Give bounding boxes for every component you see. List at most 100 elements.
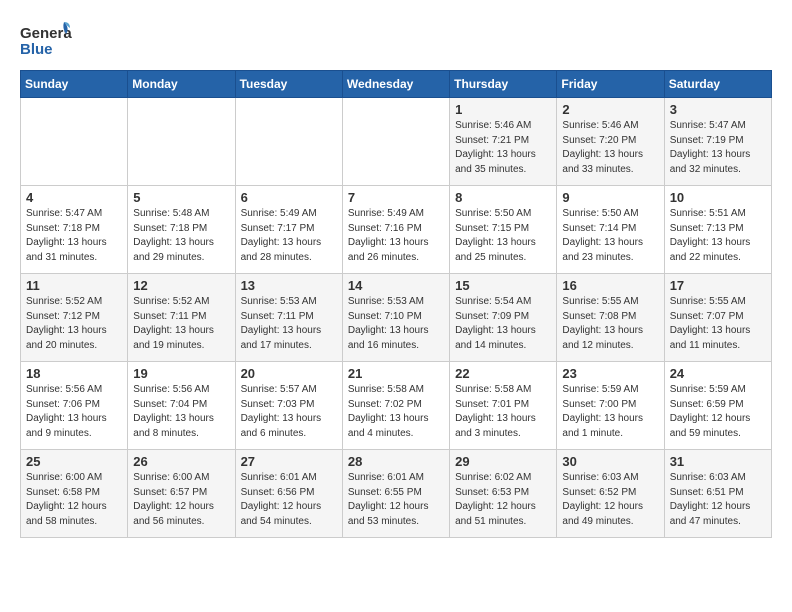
- calendar-cell: 6 Sunrise: 5:49 AM Sunset: 7:17 PM Daylig…: [235, 186, 342, 274]
- calendar-cell: 5 Sunrise: 5:48 AM Sunset: 7:18 PM Daylig…: [128, 186, 235, 274]
- week-row-2: 4 Sunrise: 5:47 AM Sunset: 7:18 PM Daylig…: [21, 186, 772, 274]
- day-header-monday: Monday: [128, 71, 235, 98]
- day-number: 1: [455, 102, 551, 117]
- day-info: Sunrise: 5:53 AM Sunset: 7:10 PM Dayligh…: [348, 295, 444, 353]
- day-number: 21: [348, 366, 444, 381]
- day-info: Sunrise: 5:46 AM Sunset: 7:20 PM Dayligh…: [562, 119, 658, 177]
- day-number: 5: [133, 190, 229, 205]
- calendar-cell: 31Sunrise: 6:03 AM Sunset: 6:51 PM Dayli…: [664, 450, 771, 538]
- day-number: 27: [241, 454, 337, 469]
- day-header-thursday: Thursday: [450, 71, 557, 98]
- day-info: Sunrise: 5:52 AM Sunset: 7:12 PM Dayligh…: [26, 295, 122, 353]
- day-number: 3: [670, 102, 766, 117]
- day-header-friday: Friday: [557, 71, 664, 98]
- day-number: 6: [241, 190, 337, 205]
- day-number: 24: [670, 366, 766, 381]
- calendar-cell: 1 Sunrise: 5:46 AM Sunset: 7:21 PM Daylig…: [450, 98, 557, 186]
- day-info: Sunrise: 6:00 AM Sunset: 6:58 PM Dayligh…: [26, 471, 122, 529]
- day-number: 22: [455, 366, 551, 381]
- header-row: SundayMondayTuesdayWednesdayThursdayFrid…: [21, 71, 772, 98]
- calendar-cell: [235, 98, 342, 186]
- day-info: Sunrise: 6:01 AM Sunset: 6:56 PM Dayligh…: [241, 471, 337, 529]
- day-number: 17: [670, 278, 766, 293]
- calendar-cell: 29 Sunrise: 6:02 AM Sunset: 6:53 PM Dayli…: [450, 450, 557, 538]
- calendar-cell: 17 Sunrise: 5:55 AM Sunset: 7:07 PM Dayli…: [664, 274, 771, 362]
- day-info: Sunrise: 5:55 AM Sunset: 7:08 PM Dayligh…: [562, 295, 658, 353]
- calendar-cell: 10Sunrise: 5:51 AM Sunset: 7:13 PM Dayli…: [664, 186, 771, 274]
- day-number: 8: [455, 190, 551, 205]
- day-info: Sunrise: 6:02 AM Sunset: 6:53 PM Dayligh…: [455, 471, 551, 529]
- calendar-cell: 3 Sunrise: 5:47 AM Sunset: 7:19 PM Daylig…: [664, 98, 771, 186]
- week-row-5: 25 Sunrise: 6:00 AM Sunset: 6:58 PM Dayli…: [21, 450, 772, 538]
- calendar-cell: 4 Sunrise: 5:47 AM Sunset: 7:18 PM Daylig…: [21, 186, 128, 274]
- day-number: 16: [562, 278, 658, 293]
- day-number: 23: [562, 366, 658, 381]
- day-number: 19: [133, 366, 229, 381]
- calendar-cell: 19 Sunrise: 5:56 AM Sunset: 7:04 PM Dayli…: [128, 362, 235, 450]
- day-number: 18: [26, 366, 122, 381]
- calendar-cell: [342, 98, 449, 186]
- day-number: 7: [348, 190, 444, 205]
- calendar-cell: 16 Sunrise: 5:55 AM Sunset: 7:08 PM Dayli…: [557, 274, 664, 362]
- day-info: Sunrise: 5:58 AM Sunset: 7:02 PM Dayligh…: [348, 383, 444, 441]
- day-number: 29: [455, 454, 551, 469]
- calendar-cell: [21, 98, 128, 186]
- calendar-cell: [128, 98, 235, 186]
- svg-text:Blue: Blue: [20, 41, 53, 58]
- day-number: 11: [26, 278, 122, 293]
- calendar-cell: 23 Sunrise: 5:59 AM Sunset: 7:00 PM Dayli…: [557, 362, 664, 450]
- day-info: Sunrise: 5:52 AM Sunset: 7:11 PM Dayligh…: [133, 295, 229, 353]
- calendar-cell: 18 Sunrise: 5:56 AM Sunset: 7:06 PM Dayli…: [21, 362, 128, 450]
- day-number: 30: [562, 454, 658, 469]
- calendar-cell: 30Sunrise: 6:03 AM Sunset: 6:52 PM Dayli…: [557, 450, 664, 538]
- calendar-cell: 27 Sunrise: 6:01 AM Sunset: 6:56 PM Dayli…: [235, 450, 342, 538]
- calendar-cell: 22 Sunrise: 5:58 AM Sunset: 7:01 PM Dayli…: [450, 362, 557, 450]
- day-number: 9: [562, 190, 658, 205]
- calendar-cell: 26 Sunrise: 6:00 AM Sunset: 6:57 PM Dayli…: [128, 450, 235, 538]
- calendar-cell: 12Sunrise: 5:52 AM Sunset: 7:11 PM Dayli…: [128, 274, 235, 362]
- calendar-cell: 20Sunrise: 5:57 AM Sunset: 7:03 PM Dayli…: [235, 362, 342, 450]
- day-header-sunday: Sunday: [21, 71, 128, 98]
- day-number: 31: [670, 454, 766, 469]
- calendar-cell: 9 Sunrise: 5:50 AM Sunset: 7:14 PM Daylig…: [557, 186, 664, 274]
- week-row-3: 11 Sunrise: 5:52 AM Sunset: 7:12 PM Dayli…: [21, 274, 772, 362]
- calendar-cell: 25 Sunrise: 6:00 AM Sunset: 6:58 PM Dayli…: [21, 450, 128, 538]
- day-number: 20: [241, 366, 337, 381]
- day-info: Sunrise: 5:46 AM Sunset: 7:21 PM Dayligh…: [455, 119, 551, 177]
- day-number: 15: [455, 278, 551, 293]
- day-number: 25: [26, 454, 122, 469]
- calendar-cell: 28Sunrise: 6:01 AM Sunset: 6:55 PM Dayli…: [342, 450, 449, 538]
- day-number: 26: [133, 454, 229, 469]
- day-info: Sunrise: 5:55 AM Sunset: 7:07 PM Dayligh…: [670, 295, 766, 353]
- calendar-cell: 11 Sunrise: 5:52 AM Sunset: 7:12 PM Dayli…: [21, 274, 128, 362]
- week-row-4: 18 Sunrise: 5:56 AM Sunset: 7:06 PM Dayli…: [21, 362, 772, 450]
- day-info: Sunrise: 5:48 AM Sunset: 7:18 PM Dayligh…: [133, 207, 229, 265]
- day-info: Sunrise: 5:50 AM Sunset: 7:14 PM Dayligh…: [562, 207, 658, 265]
- day-number: 10: [670, 190, 766, 205]
- day-info: Sunrise: 5:49 AM Sunset: 7:17 PM Dayligh…: [241, 207, 337, 265]
- day-info: Sunrise: 5:53 AM Sunset: 7:11 PM Dayligh…: [241, 295, 337, 353]
- day-info: Sunrise: 5:56 AM Sunset: 7:04 PM Dayligh…: [133, 383, 229, 441]
- day-header-tuesday: Tuesday: [235, 71, 342, 98]
- day-number: 14: [348, 278, 444, 293]
- day-number: 2: [562, 102, 658, 117]
- calendar-cell: 14 Sunrise: 5:53 AM Sunset: 7:10 PM Dayli…: [342, 274, 449, 362]
- day-header-saturday: Saturday: [664, 71, 771, 98]
- day-info: Sunrise: 5:47 AM Sunset: 7:18 PM Dayligh…: [26, 207, 122, 265]
- day-info: Sunrise: 5:49 AM Sunset: 7:16 PM Dayligh…: [348, 207, 444, 265]
- day-info: Sunrise: 5:58 AM Sunset: 7:01 PM Dayligh…: [455, 383, 551, 441]
- calendar-cell: 15Sunrise: 5:54 AM Sunset: 7:09 PM Dayli…: [450, 274, 557, 362]
- day-info: Sunrise: 5:50 AM Sunset: 7:15 PM Dayligh…: [455, 207, 551, 265]
- calendar-cell: 7 Sunrise: 5:49 AM Sunset: 7:16 PM Daylig…: [342, 186, 449, 274]
- calendar-table: SundayMondayTuesdayWednesdayThursdayFrid…: [20, 70, 772, 538]
- day-header-wednesday: Wednesday: [342, 71, 449, 98]
- day-info: Sunrise: 5:56 AM Sunset: 7:06 PM Dayligh…: [26, 383, 122, 441]
- day-number: 4: [26, 190, 122, 205]
- calendar-cell: 2 Sunrise: 5:46 AM Sunset: 7:20 PM Daylig…: [557, 98, 664, 186]
- calendar-cell: 13Sunrise: 5:53 AM Sunset: 7:11 PM Dayli…: [235, 274, 342, 362]
- day-number: 28: [348, 454, 444, 469]
- day-info: Sunrise: 5:59 AM Sunset: 7:00 PM Dayligh…: [562, 383, 658, 441]
- day-info: Sunrise: 5:47 AM Sunset: 7:19 PM Dayligh…: [670, 119, 766, 177]
- day-info: Sunrise: 6:00 AM Sunset: 6:57 PM Dayligh…: [133, 471, 229, 529]
- page-header: General Blue: [20, 20, 772, 60]
